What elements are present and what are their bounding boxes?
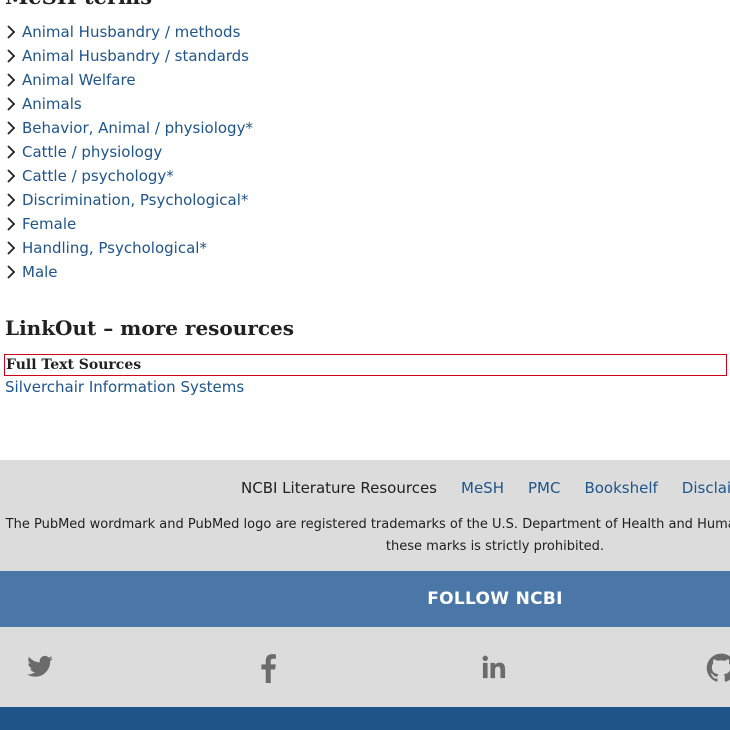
mesh-term-label[interactable]: Cattle / psychology* [22,167,174,185]
literature-resources-footer: NCBI Literature Resources MeSH PMC Books… [0,460,730,571]
footer-links: NCBI Literature Resources MeSH PMC Books… [241,479,730,497]
mesh-term-item[interactable]: Cattle / physiology [0,140,253,164]
twitter-icon[interactable] [26,653,56,683]
footer-link-disclaimer[interactable]: Disclaimer [682,479,730,497]
linkedin-icon[interactable] [480,653,510,683]
chevron-right-icon [7,25,16,39]
chevron-right-icon [7,169,16,183]
mesh-terms-list: Animal Husbandry / methods Animal Husban… [0,20,253,284]
trademark-notice: The PubMed wordmark and PubMed logo are … [0,514,730,558]
mesh-term-label[interactable]: Discrimination, Psychological* [22,191,248,209]
full-text-sources-label: Full Text Sources [4,354,727,376]
facebook-icon[interactable] [255,653,285,683]
mesh-term-item[interactable]: Animal Husbandry / standards [0,44,253,68]
mesh-term-label[interactable]: Handling, Psychological* [22,239,207,257]
footer-link-bookshelf[interactable]: Bookshelf [584,479,657,497]
mesh-term-label[interactable]: Animal Husbandry / standards [22,47,249,65]
mesh-term-label[interactable]: Male [22,263,58,281]
chevron-right-icon [7,193,16,207]
trademark-line-2: these marks is strictly prohibited. [385,539,605,554]
mesh-term-item[interactable]: Female [0,212,253,236]
mesh-term-item[interactable]: Discrimination, Psychological* [0,188,253,212]
mesh-term-label[interactable]: Animal Welfare [22,71,136,89]
chevron-right-icon [7,217,16,231]
mesh-term-item[interactable]: Animal Welfare [0,68,253,92]
footer-link-mesh[interactable]: MeSH [461,479,504,497]
mesh-term-item[interactable]: Animal Husbandry / methods [0,20,253,44]
mesh-terms-heading: MeSH terms [5,0,152,9]
footer-link-pmc[interactable]: PMC [528,479,560,497]
follow-ncbi-bar: FOLLOW NCBI [0,571,730,627]
mesh-term-item[interactable]: Handling, Psychological* [0,236,253,260]
mesh-term-item[interactable]: Animals [0,92,253,116]
mesh-term-label[interactable]: Cattle / physiology [22,143,162,161]
trademark-line-1: The PubMed wordmark and PubMed logo are … [5,517,730,532]
chevron-right-icon [7,49,16,63]
chevron-right-icon [7,241,16,255]
silverchair-link[interactable]: Silverchair Information Systems [5,378,244,396]
chevron-right-icon [7,73,16,87]
mesh-term-label[interactable]: Animal Husbandry / methods [22,23,240,41]
chevron-right-icon [7,121,16,135]
linkout-heading: LinkOut – more resources [5,316,295,340]
chevron-right-icon [7,265,16,279]
mesh-term-label[interactable]: Animals [22,95,82,113]
mesh-term-item[interactable]: Male [0,260,253,284]
github-icon[interactable] [706,653,730,683]
chevron-right-icon [7,97,16,111]
mesh-term-item[interactable]: Cattle / psychology* [0,164,253,188]
social-icons-bar [0,627,730,707]
bottom-footer-bar [0,707,730,730]
mesh-term-label[interactable]: Behavior, Animal / physiology* [22,119,253,137]
mesh-term-item[interactable]: Behavior, Animal / physiology* [0,116,253,140]
literature-resources-label: NCBI Literature Resources [241,479,437,497]
chevron-right-icon [7,145,16,159]
mesh-term-label[interactable]: Female [22,215,76,233]
follow-ncbi-label: FOLLOW NCBI [427,589,563,609]
